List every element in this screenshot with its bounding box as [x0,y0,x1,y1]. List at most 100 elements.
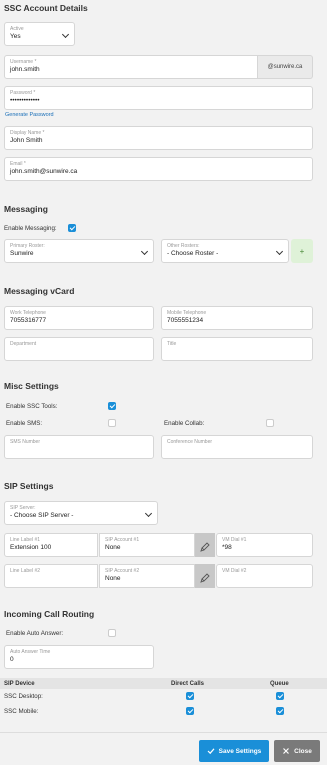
primary-roster-value: Sunwire [10,250,34,257]
primary-roster-label: Primary Roster: [10,243,45,249]
display-name-value: John Smith [10,137,43,144]
work-telephone-label: Work Telephone [10,310,46,316]
auto-answer-checkbox[interactable] [108,629,116,637]
close-button[interactable]: Close [274,740,320,762]
work-telephone-field[interactable]: Work Telephone 7055316777 [4,306,154,330]
table-row: SSC Mobile: [0,705,327,719]
enable-sms-label: Enable SMS: [6,420,43,427]
device-name: SSC Mobile: [4,708,39,715]
col-queue: Queue [270,680,289,687]
sip-account-1-label: SIP Account #1 [105,537,140,543]
sms-number-field[interactable]: SMS Number [4,435,154,459]
chevron-down-icon [140,247,149,256]
chevron-down-icon [144,509,153,518]
conference-number-label: Conference Number [167,439,213,445]
username-label: Username * [10,59,37,65]
vm-dial-2-label: VM Dial #2 [222,568,247,574]
add-roster-button[interactable]: + [291,239,313,263]
mobile-telephone-label: Mobile Telephone [167,310,207,316]
username-value: john.smith [10,66,40,73]
line-label-1-value: Extension 100 [10,544,52,551]
enable-collab-checkbox[interactable] [266,419,274,427]
other-rosters-value: - Choose Roster - [167,250,219,257]
vm-dial-1-value: *98 [222,544,232,551]
line-label-2-field[interactable]: Line Label #2 [4,564,98,588]
sip-account-1-edit-button[interactable] [195,533,215,557]
password-field[interactable]: Password * ••••••••••••• [4,86,313,110]
sip-account-2-field[interactable]: SIP Account #2 None [99,564,195,588]
device-name: SSC Desktop: [4,693,43,700]
routing-table-header: SIP Device Direct Calls Queue [0,678,327,689]
conference-number-field[interactable]: Conference Number [161,435,313,459]
sms-number-label: SMS Number [10,439,41,445]
pencil-icon [200,573,210,583]
section-title-routing: Incoming Call Routing [4,609,95,619]
auto-answer-time-field[interactable]: Auto Answer Time 0 [4,645,154,669]
sip-server-label: SIP Server: [10,505,36,511]
enable-sms-checkbox[interactable] [108,419,116,427]
chevron-down-icon [275,247,284,256]
sip-account-2-edit-button[interactable] [195,564,215,588]
sip-account-2-label: SIP Account #2 [105,568,140,574]
email-value: john.smith@sunwire.ca [10,168,78,175]
table-row: SSC Desktop: [0,690,327,704]
enable-messaging-checkbox[interactable] [68,224,76,232]
other-rosters-label: Other Rosters: [167,243,200,249]
mobile-telephone-value: 7055551234 [167,317,204,324]
department-field[interactable]: Department [4,337,154,361]
pencil-icon [200,542,210,552]
password-value: ••••••••••••• [10,97,40,104]
chevron-down-icon [61,30,70,39]
active-value: Yes [10,33,21,40]
email-label: Email * [10,161,26,167]
sip-account-2-value: None [105,575,121,582]
active-label: Active [10,26,24,32]
sip-server-select[interactable]: SIP Server: - Choose SIP Server - [4,501,158,525]
work-telephone-value: 7055316777 [10,317,47,324]
auto-answer-label: Enable Auto Answer: [6,630,64,637]
title-field[interactable]: Title [161,337,313,361]
section-title-account: SSC Account Details [4,3,88,13]
col-sip-device: SIP Device [4,680,35,687]
section-title-misc: Misc Settings [4,381,59,391]
title-label: Title [167,341,177,347]
line-label-1-label: Line Label #1 [10,537,41,543]
display-name-field[interactable]: Display Name * John Smith [4,126,313,150]
department-label: Department [10,341,37,347]
direct-calls-checkbox[interactable] [186,707,194,715]
enable-ssc-tools-checkbox[interactable] [108,402,116,410]
auto-answer-time-value: 0 [10,656,14,663]
sip-server-value: - Choose SIP Server - [10,512,74,519]
email-field[interactable]: Email * john.smith@sunwire.ca [4,157,313,181]
section-title-messaging: Messaging [4,204,48,214]
username-field[interactable]: Username * john.smith [4,55,258,79]
direct-calls-checkbox[interactable] [186,692,194,700]
domain-addon: @sunwire.ca [258,55,313,79]
section-title-sip: SIP Settings [4,481,54,491]
vm-dial-1-label: VM Dial #1 [222,537,247,543]
generate-password-link[interactable]: Generate Password [5,112,54,118]
enable-collab-label: Enable Collab: [164,420,205,427]
save-settings-button[interactable]: Save Settings [199,740,269,762]
password-label: Password * [10,90,36,96]
vm-dial-1-field[interactable]: VM Dial #1 *98 [216,533,313,557]
close-label: Close [294,747,312,755]
sip-account-1-field[interactable]: SIP Account #1 None [99,533,195,557]
enable-ssc-tools-label: Enable SSC Tools: [6,403,58,410]
section-title-vcard: Messaging vCard [4,286,75,296]
line-label-2-label: Line Label #2 [10,568,41,574]
queue-checkbox[interactable] [276,692,284,700]
enable-messaging-label: Enable Messaging: [4,225,57,232]
active-select[interactable]: Active Yes [4,22,75,46]
primary-roster-select[interactable]: Primary Roster: Sunwire [4,239,154,263]
line-label-1-field[interactable]: Line Label #1 Extension 100 [4,533,98,557]
other-rosters-select[interactable]: Other Rosters: - Choose Roster - [161,239,289,263]
mobile-telephone-field[interactable]: Mobile Telephone 7055551234 [161,306,313,330]
col-direct-calls: Direct Calls [171,680,205,687]
checkmark-icon [207,748,215,755]
queue-checkbox[interactable] [276,707,284,715]
save-settings-label: Save Settings [218,747,262,755]
close-icon [283,748,290,754]
vm-dial-2-field[interactable]: VM Dial #2 [216,564,313,588]
sip-account-1-value: None [105,544,121,551]
